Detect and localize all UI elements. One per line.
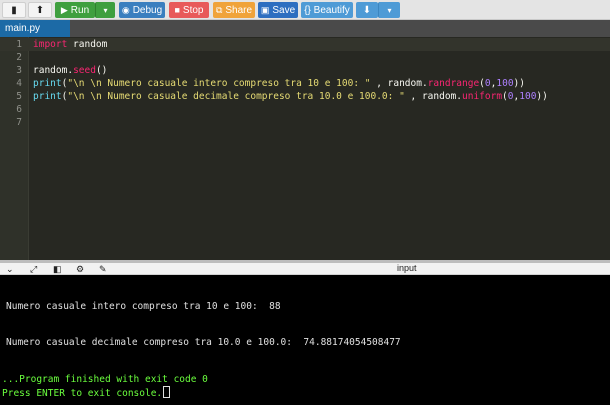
string-token: "\n \n Numero casuale decimale compreso … bbox=[67, 91, 405, 102]
line-number: 4 bbox=[16, 78, 22, 89]
paren-token: )) bbox=[536, 91, 548, 102]
play-icon: ▶ bbox=[60, 4, 68, 15]
download-options-dropdown[interactable]: ▾ bbox=[378, 2, 400, 18]
code-line[interactable]: 6 bbox=[0, 103, 610, 116]
keyword-token: import bbox=[33, 39, 68, 50]
stop-label: Stop bbox=[182, 4, 204, 16]
text-cursor bbox=[163, 386, 171, 398]
save-button[interactable]: ▣ Save bbox=[258, 2, 298, 18]
identifier-token: , random. bbox=[370, 78, 428, 89]
code-text: print("\n \n Numero casuale intero compr… bbox=[33, 77, 525, 90]
code-text: import random bbox=[33, 38, 107, 51]
run-button[interactable]: ▶ Run bbox=[55, 2, 95, 18]
gear-icon[interactable]: ⚙ bbox=[76, 263, 84, 275]
console-line: Numero casuale decimale compreso tra 10.… bbox=[6, 337, 401, 348]
line-number: 5 bbox=[16, 91, 22, 102]
prompt-text: Press ENTER to exit console. bbox=[2, 388, 163, 399]
paren-token: () bbox=[95, 65, 108, 76]
console-prompt: Press ENTER to exit console. bbox=[2, 386, 171, 399]
identifier-token: random bbox=[67, 39, 108, 50]
code-line[interactable]: 1 import random bbox=[0, 38, 610, 51]
number-token: 100 bbox=[496, 78, 514, 89]
new-file-button[interactable]: ▮ bbox=[2, 2, 26, 18]
save-label: Save bbox=[272, 4, 296, 16]
line-number: 7 bbox=[16, 117, 22, 128]
code-line[interactable]: 2 bbox=[0, 51, 610, 64]
download-button[interactable]: ⬇ bbox=[356, 2, 378, 18]
line-number: 2 bbox=[16, 52, 22, 63]
run-label: Run bbox=[70, 4, 90, 16]
builtin-token: print bbox=[33, 91, 62, 102]
code-editor[interactable]: 1 import random 2 3 random.seed() 4 prin… bbox=[0, 37, 610, 260]
console-output[interactable]: Numero casuale intero compreso tra 10 e … bbox=[0, 275, 610, 405]
save-icon: ▣ bbox=[260, 4, 270, 15]
download-icon: ⬇ bbox=[362, 4, 372, 16]
clear-console-icon[interactable]: ✎ bbox=[99, 263, 107, 275]
line-number: 3 bbox=[16, 65, 22, 76]
share-label: Share bbox=[225, 4, 253, 16]
file-tab-label: main.py bbox=[5, 23, 41, 34]
line-number: 6 bbox=[16, 104, 22, 115]
code-line[interactable]: 5 print("\n \n Numero casuale decimale c… bbox=[0, 90, 610, 103]
upload-icon: ⬆ bbox=[35, 4, 45, 16]
caret-down-icon: ▾ bbox=[103, 5, 108, 15]
code-text: print("\n \n Numero casuale decimale com… bbox=[33, 90, 548, 103]
toolbar: ▮ ⬆ ▶ Run ▾ ◉ Debug ■ Stop ⧉ Share ▣ Sav… bbox=[0, 0, 610, 20]
chevron-down-icon[interactable]: ⌄ bbox=[6, 263, 14, 275]
caret-down-icon: ▾ bbox=[387, 5, 392, 15]
layout-icon[interactable]: ◧ bbox=[53, 263, 62, 275]
run-options-dropdown[interactable]: ▾ bbox=[95, 2, 115, 18]
method-token: seed bbox=[73, 65, 96, 76]
paren-token: )) bbox=[513, 78, 525, 89]
number-token: 100 bbox=[519, 91, 537, 102]
stop-button[interactable]: ■ Stop bbox=[169, 2, 209, 18]
builtin-token: print bbox=[33, 78, 62, 89]
method-token: randrange bbox=[427, 78, 480, 89]
beautify-label: {} Beautify bbox=[304, 4, 350, 16]
exit-message: ...Program finished with exit code 0 bbox=[2, 374, 208, 385]
code-line[interactable]: 4 print("\n \n Numero casuale intero com… bbox=[0, 77, 610, 90]
file-tab-strip: main.py bbox=[0, 20, 610, 37]
line-number: 1 bbox=[16, 39, 22, 50]
console-title: input bbox=[397, 263, 417, 273]
string-token: "\n \n Numero casuale intero compreso tr… bbox=[67, 78, 371, 89]
debug-icon: ◉ bbox=[121, 4, 130, 15]
debug-button[interactable]: ◉ Debug bbox=[119, 2, 165, 18]
console-line: Numero casuale intero compreso tra 10 e … bbox=[6, 301, 281, 312]
console-toolbar: ⌄ ⤢ ◧ ⚙ ✎ input bbox=[0, 263, 610, 275]
beautify-button[interactable]: {} Beautify bbox=[301, 2, 353, 18]
tab-main-py[interactable]: main.py bbox=[0, 20, 70, 37]
file-icon: ▮ bbox=[11, 4, 17, 16]
code-text: random.seed() bbox=[33, 64, 107, 77]
identifier-token: , random. bbox=[404, 91, 462, 102]
debug-label: Debug bbox=[132, 4, 163, 16]
share-button[interactable]: ⧉ Share bbox=[213, 2, 255, 18]
stop-icon: ■ bbox=[174, 5, 180, 15]
identifier-token: random bbox=[33, 65, 68, 76]
method-token: uniform bbox=[462, 91, 503, 102]
expand-icon[interactable]: ⤢ bbox=[30, 263, 37, 275]
upload-button[interactable]: ⬆ bbox=[28, 2, 52, 18]
code-line[interactable]: 7 bbox=[0, 116, 610, 129]
code-line[interactable]: 3 random.seed() bbox=[0, 64, 610, 77]
share-icon: ⧉ bbox=[215, 4, 223, 15]
